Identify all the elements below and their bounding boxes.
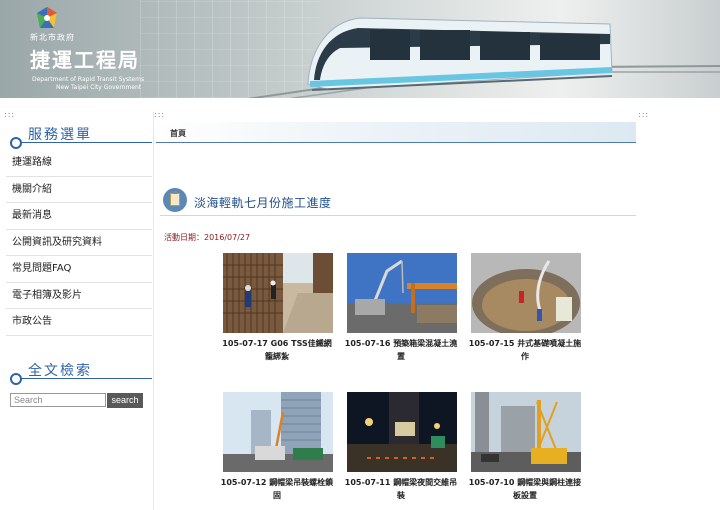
search-title: 全文檢索 bbox=[28, 363, 92, 379]
photo-caption[interactable]: 105-07-12 鋼帽梁吊裝螺栓鎖固 bbox=[216, 476, 338, 502]
ring-bullet-icon bbox=[10, 137, 22, 149]
photo-thumbnail[interactable] bbox=[471, 253, 581, 333]
corner-dots: ::: bbox=[638, 110, 650, 119]
photo-caption[interactable]: 105-07-11 鋼帽梁夜間交維吊裝 bbox=[340, 476, 462, 502]
corner-dots: ::: bbox=[4, 110, 16, 119]
photo-caption[interactable]: 105-07-16 預築箱梁混凝土澆置 bbox=[340, 337, 462, 363]
photo-thumbnail[interactable] bbox=[347, 392, 457, 472]
search-input[interactable]: Search bbox=[10, 393, 106, 407]
search-button[interactable]: search bbox=[107, 393, 143, 408]
bureau-logo[interactable]: 新北市政府 捷運工程局 Department of Rapid Transit … bbox=[4, 2, 148, 94]
search-heading: 全文檢索 bbox=[6, 362, 152, 386]
menu-item-news[interactable]: 最新消息 bbox=[6, 203, 152, 230]
photo-thumbnail[interactable] bbox=[223, 392, 333, 472]
light-rail-train-graphic bbox=[307, 17, 613, 91]
title-divider bbox=[160, 215, 636, 216]
service-menu-heading: 服務選單 bbox=[6, 126, 152, 150]
city-label: 新北市政府 bbox=[30, 33, 75, 42]
city-english-name: New Taipei City Government bbox=[56, 84, 142, 91]
date-value: 2016/07/27 bbox=[204, 233, 251, 242]
menu-item-announcements[interactable]: 市政公告 bbox=[6, 309, 152, 336]
breadcrumb-home-link[interactable]: 首頁 bbox=[170, 128, 186, 139]
menu-item-public-info[interactable]: 公開資訊及研究資料 bbox=[6, 230, 152, 256]
date-label: 活動日期： bbox=[164, 233, 204, 242]
photo-thumbnail[interactable] bbox=[223, 253, 333, 333]
breadcrumb: 首頁 bbox=[156, 122, 636, 143]
clipboard-icon bbox=[163, 188, 187, 212]
photo-caption[interactable]: 105-07-10 鋼帽梁與鋼柱連接 板設置 bbox=[464, 476, 586, 502]
photo-caption[interactable]: 105-07-17 G06 TSS佳鐵網 籠綁紮 bbox=[216, 337, 338, 363]
column-divider bbox=[153, 112, 154, 510]
article-title: 淡海輕軌七月份施工進度 bbox=[194, 196, 332, 210]
service-menu: 捷運路線 機關介紹 最新消息 公開資訊及研究資料 常見問題FAQ 電子相簿及影片… bbox=[6, 150, 152, 336]
service-menu-title: 服務選單 bbox=[28, 127, 92, 143]
corner-dots: ::: bbox=[154, 110, 166, 119]
menu-item-faq[interactable]: 常見問題FAQ bbox=[6, 256, 152, 283]
bureau-name: 捷運工程局 bbox=[30, 48, 140, 72]
menu-item-about[interactable]: 機關介紹 bbox=[6, 177, 152, 203]
menu-item-albums[interactable]: 電子相簿及影片 bbox=[6, 283, 152, 309]
header-banner: 新北市政府 捷運工程局 Department of Rapid Transit … bbox=[0, 0, 720, 98]
article-date: 活動日期：2016/07/27 bbox=[164, 232, 250, 243]
city-emblem-icon bbox=[37, 7, 57, 28]
photo-caption[interactable]: 105-07-15 井式基礎噴凝土施作 bbox=[464, 337, 586, 363]
photo-thumbnail[interactable] bbox=[347, 253, 457, 333]
bureau-english-name: Department of Rapid Transit Systems bbox=[32, 76, 145, 83]
ring-bullet-icon bbox=[10, 373, 22, 385]
menu-item-routes[interactable]: 捷運路線 bbox=[6, 150, 152, 177]
photo-thumbnail[interactable] bbox=[471, 392, 581, 472]
